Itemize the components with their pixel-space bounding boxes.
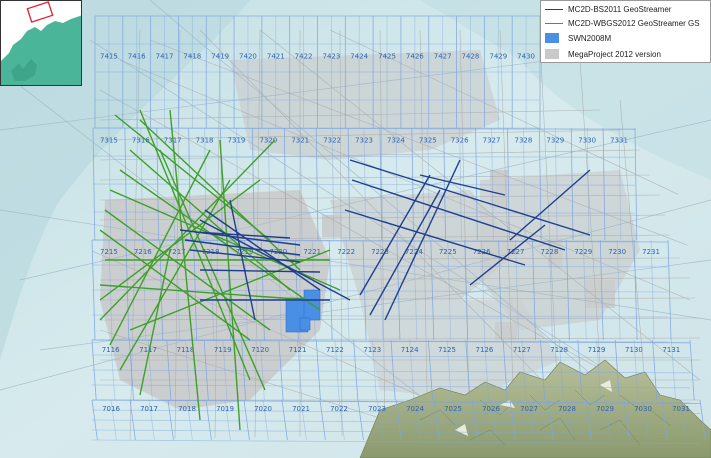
block-label: 7428: [462, 53, 480, 61]
block-label: 7225: [439, 248, 457, 256]
block-label: 7419: [211, 53, 229, 61]
block-label: 7422: [295, 53, 313, 61]
block-label: 7429: [489, 53, 507, 61]
legend-item-megaproject: MegaProject 2012 version: [545, 48, 661, 60]
block-label: 7031: [672, 405, 690, 413]
legend-item-bs2011: MC2D-BS2011 GeoStreamer: [545, 3, 671, 15]
block-label: 7423: [322, 53, 340, 61]
block-label: 7323: [355, 137, 373, 145]
block-label: 7025: [444, 405, 462, 413]
inset-map-graphic: [1, 1, 81, 85]
block-label: 7124: [401, 346, 419, 354]
block-label: 7230: [608, 248, 626, 256]
block-label: 7430: [517, 53, 535, 61]
block-label: 7019: [216, 405, 234, 413]
block-label: 7131: [662, 346, 680, 354]
block-label: 7125: [438, 346, 456, 354]
block-label: 7123: [363, 346, 381, 354]
block-label: 7130: [625, 346, 643, 354]
block-label: 7030: [634, 405, 652, 413]
block-label: 7330: [578, 137, 596, 145]
block-label: 7021: [292, 405, 310, 413]
block-label: 7127: [513, 346, 531, 354]
legend-label-bs2011: MC2D-BS2011 GeoStreamer: [568, 4, 672, 14]
block-label: 7020: [254, 405, 272, 413]
block-label: 7029: [596, 405, 614, 413]
block-label: 7126: [476, 346, 494, 354]
block-label: 7024: [406, 405, 424, 413]
block-label: 7027: [520, 405, 538, 413]
block-label: 7327: [483, 137, 501, 145]
block-label: 7216: [134, 248, 152, 256]
map-legend: MC2D-BS2011 GeoStreamer MC2D-WBGS2012 Ge…: [540, 0, 711, 63]
block-label: 7028: [558, 405, 576, 413]
block-label: 7119: [214, 346, 232, 354]
legend-swatch-megaproject: [545, 49, 559, 59]
block-label: 7420: [239, 53, 257, 61]
block-label: 7017: [140, 405, 158, 413]
inset-overview-map: [0, 0, 82, 86]
legend-swatch-swn2008m: [545, 33, 559, 43]
block-label: 7129: [588, 346, 606, 354]
block-label: 7120: [251, 346, 269, 354]
legend-label-swn2008m: SWN2008M: [568, 33, 612, 43]
seismic-survey-map[interactable]: 7415 7416 7417 7418 7419 7420 7421 7422 7423 7424…: [0, 0, 711, 458]
block-label: 7318: [196, 137, 214, 145]
block-label: 7026: [482, 405, 500, 413]
legend-label-megaproject: MegaProject 2012 version: [568, 49, 661, 59]
block-label: 7421: [267, 53, 285, 61]
block-label: 7128: [550, 346, 568, 354]
block-label: 7121: [289, 346, 307, 354]
block-label: 7224: [405, 248, 423, 256]
legend-item-swn2008m: SWN2008M: [545, 32, 611, 44]
block-label: 7329: [546, 137, 564, 145]
block-label: 7321: [291, 137, 309, 145]
block-label: 7229: [574, 248, 592, 256]
block-label: 7228: [540, 248, 558, 256]
block-label: 7116: [102, 346, 120, 354]
block-label: 7222: [337, 248, 355, 256]
block-label: 7417: [156, 53, 174, 61]
block-label: 7418: [183, 53, 201, 61]
block-label: 7425: [378, 53, 396, 61]
block-label: 7022: [330, 405, 348, 413]
block-label: 7016: [102, 405, 120, 413]
legend-item-wbgs2012: MC2D-WBGS2012 GeoStreamer GS: [545, 17, 700, 29]
legend-swatch-wbgs2012: [545, 22, 563, 24]
block-label: 7426: [406, 53, 424, 61]
block-label: 7427: [434, 53, 452, 61]
block-label: 7324: [387, 137, 405, 145]
block-label: 7215: [100, 248, 118, 256]
block-label: 7328: [514, 137, 532, 145]
block-label: 7319: [228, 137, 246, 145]
block-label: 7325: [419, 137, 437, 145]
block-label: 7415: [100, 53, 118, 61]
block-label: 7424: [350, 53, 368, 61]
block-label: 7322: [323, 137, 341, 145]
block-label: 7023: [368, 405, 386, 413]
block-label: 7315: [100, 137, 118, 145]
block-label: 7416: [128, 53, 146, 61]
legend-swatch-bs2011: [545, 8, 563, 10]
block-label: 7122: [326, 346, 344, 354]
legend-label-wbgs2012: MC2D-WBGS2012 GeoStreamer GS: [568, 18, 700, 28]
block-label: 7331: [610, 137, 628, 145]
block-label: 7118: [177, 346, 195, 354]
block-label: 7018: [178, 405, 196, 413]
block-label: 7326: [451, 137, 469, 145]
block-label: 7231: [642, 248, 660, 256]
